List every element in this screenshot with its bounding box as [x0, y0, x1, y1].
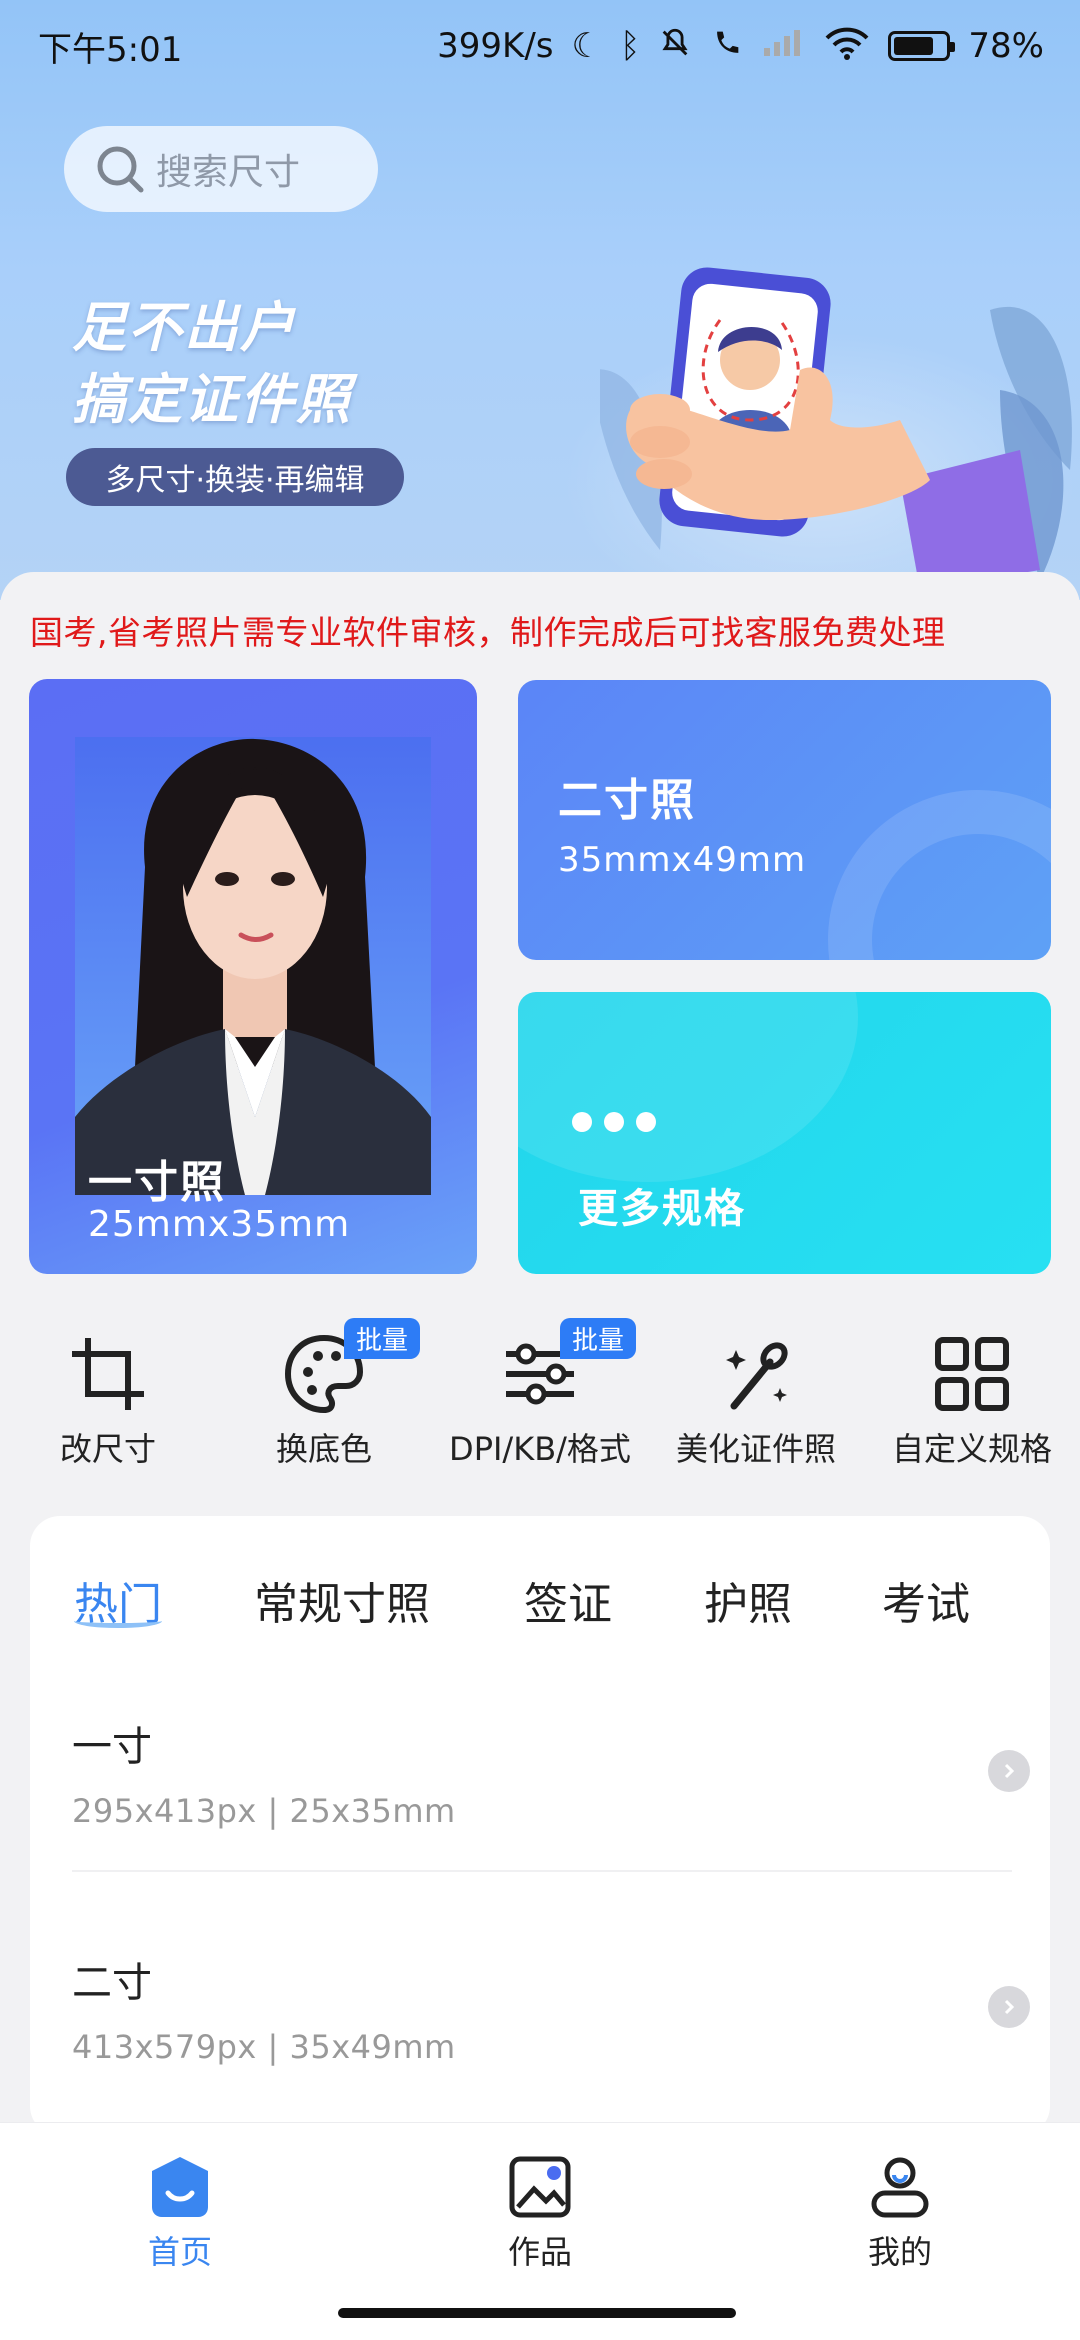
notice-text: 国考,省考照片需专业软件审核，制作完成后可找客服免费处理 [30, 613, 946, 652]
home-indicator[interactable] [338, 2308, 736, 2318]
nav-label: 首页 [147, 2233, 212, 2271]
list-item-spec: 295x413px | 25x35mm [72, 1792, 456, 1830]
signal-icon [762, 28, 806, 64]
bluetooth-icon: ᛒ [620, 26, 641, 66]
banner-slogan: 足不出户 搞定证件照 [72, 292, 352, 436]
search-icon [94, 143, 146, 195]
batch-badge: 批量 [560, 1318, 637, 1359]
card-one-size: 25mmx35mm [88, 1204, 351, 1245]
divider [72, 1870, 1012, 1872]
card-decoration [518, 992, 858, 1182]
list-item-name: 二寸 [72, 1960, 152, 2006]
header-banner[interactable]: 下午5:01 399K/s ☾ ᛒ 78% 搜索尺寸 足不出户 搞定证件照 多尺… [0, 0, 1080, 600]
tool-label: 自定义规格 [891, 1430, 1052, 1468]
tool-label: DPI/KB/格式 [449, 1430, 631, 1468]
tool-beautify[interactable]: 美化证件照 [648, 1318, 864, 1478]
status-time: 下午5:01 [38, 29, 183, 70]
grid-icon [935, 1337, 1009, 1411]
gallery-icon [509, 2156, 571, 2218]
nav-home[interactable]: 首页 [90, 2153, 270, 2273]
phone-illustration [600, 267, 1072, 590]
battery-icon [888, 31, 956, 61]
tool-custom-spec[interactable]: 自定义规格 [864, 1318, 1080, 1478]
nav-label: 作品 [507, 2233, 572, 2271]
profile-icon [871, 2157, 929, 2218]
crop-icon [72, 1338, 144, 1410]
tool-resize[interactable]: 改尺寸 [0, 1318, 216, 1478]
mute-icon [658, 26, 692, 66]
sample-portrait [75, 737, 431, 1195]
tool-dpi-format[interactable]: 批量 DPI/KB/格式 [432, 1318, 648, 1478]
tool-label: 换底色 [275, 1430, 372, 1468]
card-one-title: 一寸照 [88, 1157, 226, 1208]
tool-label: 改尺寸 [59, 1430, 156, 1468]
list-item[interactable]: 二寸 413x579px | 35x49mm [72, 1950, 1030, 2066]
battery-percent: 78% [968, 26, 1044, 66]
magic-wand-icon [726, 1342, 788, 1410]
tab-passport[interactable]: 护照 [704, 1568, 792, 1632]
list-item[interactable]: 一寸 295x413px | 25x35mm [72, 1714, 1030, 1830]
tools-row: 改尺寸 批量 换底色 批量 DPI/KB/格式 美化证件照 自定义规格 [0, 1318, 1080, 1478]
nav-label: 我的 [867, 2233, 932, 2271]
card-two-size: 35mmx49mm [558, 840, 807, 880]
search-input[interactable]: 搜索尺寸 [64, 126, 378, 212]
tab-exam[interactable]: 考试 [882, 1568, 970, 1632]
card-decoration [828, 790, 1051, 960]
category-tabs: 热门 常规寸照 签证 护照 考试 [0, 1568, 1080, 1638]
card-two-title: 二寸照 [558, 775, 696, 826]
card-more-title: 更多规格 [578, 1186, 746, 1232]
tool-bg-color[interactable]: 批量 换底色 [216, 1318, 432, 1478]
tab-visa[interactable]: 签证 [524, 1568, 612, 1632]
chevron-right-icon [988, 1750, 1030, 1792]
net-speed: 399K/s [437, 26, 554, 66]
nav-works[interactable]: 作品 [450, 2153, 630, 2273]
status-icons: 399K/s ☾ ᛒ 78% [437, 26, 1044, 66]
banner-line2: 搞定证件照 [72, 368, 352, 431]
batch-badge: 批量 [344, 1318, 421, 1359]
call-icon [710, 26, 744, 66]
home-icon [152, 2157, 208, 2217]
tool-label: 美化证件照 [675, 1430, 836, 1468]
moon-icon: ☾ [571, 26, 603, 66]
banner-line1: 足不出户 [72, 296, 296, 359]
more-dots-icon [572, 1112, 656, 1132]
banner-pill: 多尺寸·换装·再编辑 [66, 448, 404, 506]
tab-active-indicator [74, 1614, 162, 1628]
search-placeholder: 搜索尺寸 [156, 152, 301, 193]
status-bar: 下午5:01 399K/s ☾ ᛒ 78% [0, 0, 1080, 92]
chevron-right-icon [988, 1986, 1030, 2028]
nav-profile[interactable]: 我的 [810, 2153, 990, 2273]
wifi-icon [824, 26, 870, 66]
tab-regular[interactable]: 常规寸照 [254, 1568, 430, 1632]
list-item-spec: 413x579px | 35x49mm [72, 2028, 456, 2066]
list-item-name: 一寸 [72, 1724, 152, 1770]
